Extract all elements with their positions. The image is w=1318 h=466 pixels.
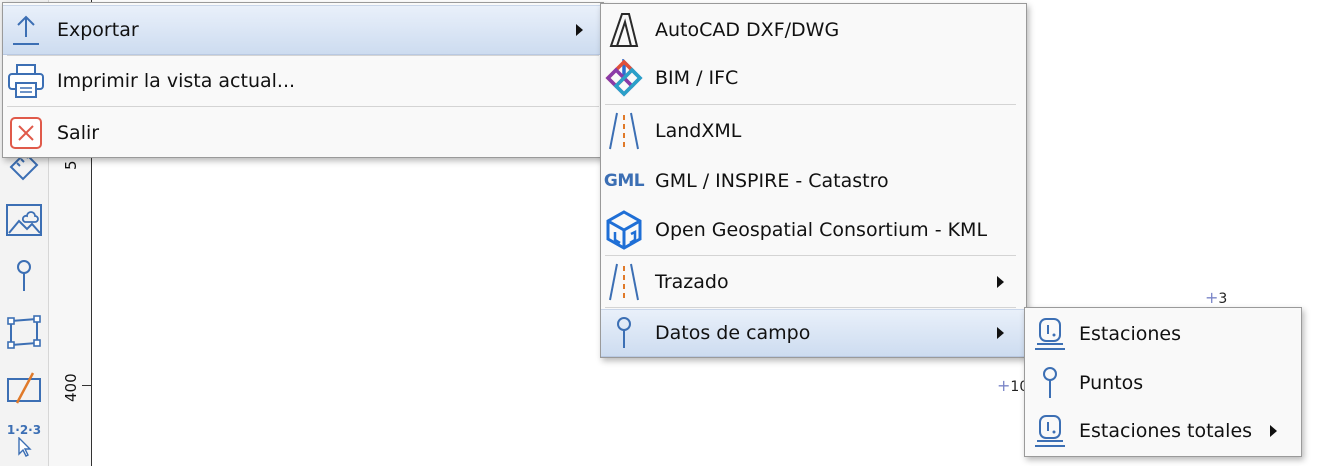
ruler-label-bottom: 400 xyxy=(62,373,80,402)
menu-item-landxml[interactable]: LandXML xyxy=(601,107,1026,155)
export-submenu: AutoCAD DXF/DWG BIM / IFC LandXML GML GM… xyxy=(600,3,1027,358)
menu-item-label: Open Geospatial Consortium - KML xyxy=(655,219,988,241)
menu-item-label: Trazado xyxy=(655,271,729,293)
menu-item-label: Salir xyxy=(57,122,100,144)
menu-item-label: BIM / IFC xyxy=(655,67,739,89)
menu-item-estaciones[interactable]: Estaciones xyxy=(1025,310,1301,358)
line-icon[interactable] xyxy=(2,366,46,410)
menu-separator xyxy=(605,255,1016,256)
menu-item-label: AutoCAD DXF/DWG xyxy=(655,19,840,41)
submenu-arrow-icon xyxy=(997,327,1004,339)
menu-item-exportar[interactable]: Exportar xyxy=(3,5,603,55)
point-pin-icon[interactable] xyxy=(2,254,46,298)
menu-item-estaciones-totales[interactable]: Estaciones totales xyxy=(1025,407,1301,455)
menu-separator xyxy=(7,55,599,56)
point-pin-icon xyxy=(1027,361,1073,405)
ruler-label-top: 5 xyxy=(62,160,80,170)
menu-separator xyxy=(605,307,1016,308)
ruler-tick xyxy=(82,385,92,386)
menu-item-label: Exportar xyxy=(57,19,139,41)
menu-item-imprimir[interactable]: Imprimir la vista actual... xyxy=(3,57,603,105)
polygon-icon[interactable] xyxy=(2,310,46,354)
menu-item-label: Imprimir la vista actual... xyxy=(57,70,296,92)
menu-item-label: Puntos xyxy=(1079,372,1144,394)
submenu-arrow-icon xyxy=(1270,425,1277,437)
submenu-arrow-icon xyxy=(576,24,583,36)
menu-separator xyxy=(605,104,1016,105)
gml-icon: GML xyxy=(603,171,645,191)
file-menu: Exportar Imprimir la vista actual... Sal… xyxy=(2,2,604,158)
menu-item-datos-de-campo[interactable]: Datos de campo xyxy=(601,309,1026,357)
image-icon[interactable] xyxy=(2,198,46,242)
menu-item-autocad[interactable]: AutoCAD DXF/DWG xyxy=(601,6,1026,54)
printer-icon xyxy=(3,59,49,103)
menu-item-bim-ifc[interactable]: BIM / IFC xyxy=(601,54,1026,102)
menu-item-ogc-kml[interactable]: Open Geospatial Consortium - KML xyxy=(601,206,1026,254)
menu-item-puntos[interactable]: Puntos xyxy=(1025,359,1301,407)
menu-item-label: Estaciones xyxy=(1079,323,1181,345)
menu-item-salir[interactable]: Salir xyxy=(3,109,603,157)
autocad-icon xyxy=(601,8,647,52)
menu-separator xyxy=(7,106,599,107)
menu-item-label: Estaciones totales xyxy=(1079,420,1253,442)
menu-item-trazado[interactable]: Trazado xyxy=(601,258,1026,306)
menu-item-gml-inspire[interactable]: GML GML / INSPIRE - Catastro xyxy=(601,157,1026,205)
menu-item-label: Datos de campo xyxy=(655,322,811,344)
road-alignment-icon xyxy=(601,109,647,153)
station-icon xyxy=(1027,312,1073,356)
upload-icon xyxy=(3,8,49,52)
numbering-cursor-icon[interactable]: 1·2·3 xyxy=(2,418,46,462)
field-data-submenu: Estaciones Puntos Estaciones totales xyxy=(1024,307,1302,457)
ifc-icon xyxy=(601,56,647,100)
canvas-point-marker[interactable]: +3 xyxy=(1205,288,1227,307)
submenu-arrow-icon xyxy=(997,276,1004,288)
close-icon xyxy=(3,111,49,155)
menu-item-label: GML / INSPIRE - Catastro xyxy=(655,170,889,192)
ogc-icon xyxy=(601,208,647,252)
point-pin-icon xyxy=(601,311,647,355)
station-icon xyxy=(1027,409,1073,453)
road-alignment-icon xyxy=(601,260,647,304)
menu-item-label: LandXML xyxy=(655,120,742,142)
